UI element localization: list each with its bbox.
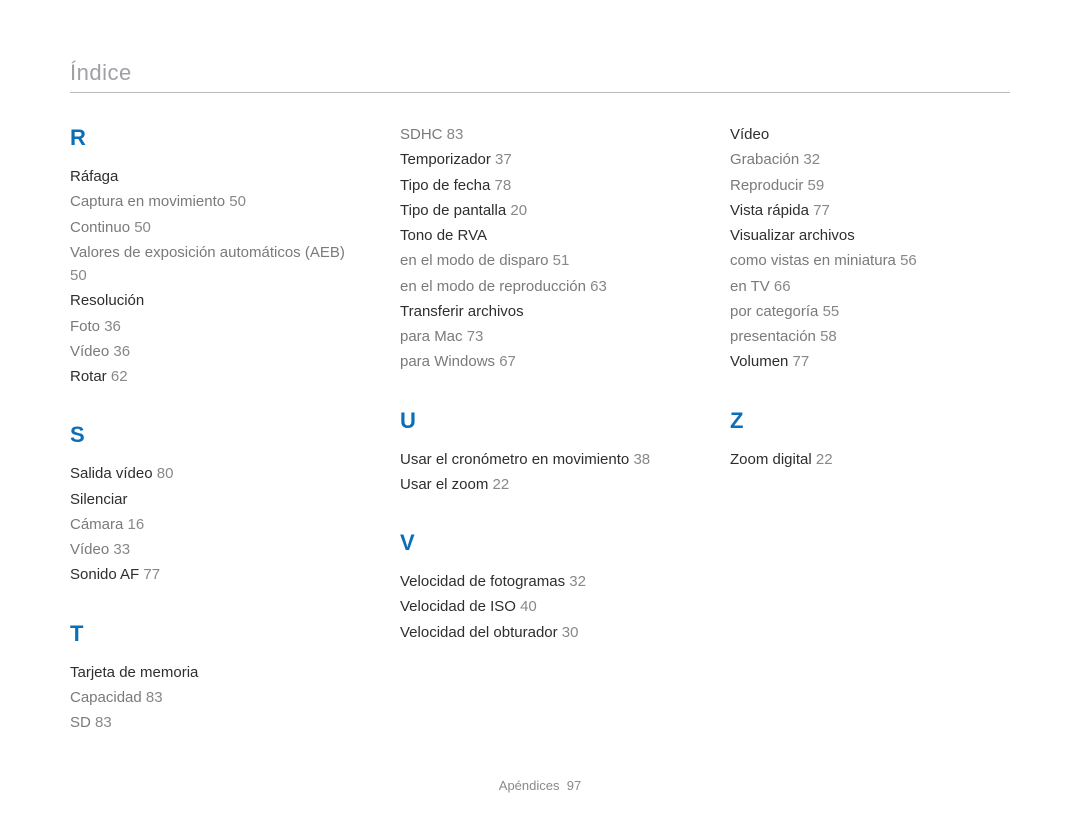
page-ref: 80 — [157, 465, 174, 482]
page-ref: 77 — [813, 202, 830, 219]
index-subtopic[interactable]: para Windows 67 — [400, 350, 680, 373]
index-topic[interactable]: Tono de RVA — [400, 224, 680, 247]
index-topic[interactable]: Transferir archivos — [400, 300, 680, 323]
page-ref: 50 — [70, 267, 87, 284]
page-ref: 73 — [467, 328, 484, 345]
index-topic[interactable]: Tipo de pantalla 20 — [400, 199, 680, 222]
page-ref: 22 — [493, 476, 510, 493]
index-subtopic[interactable]: en el modo de disparo 51 — [400, 249, 680, 272]
index-topic[interactable]: Sonido AF 77 — [70, 563, 350, 586]
index-subtopic[interactable]: SD 83 — [70, 711, 350, 734]
page-ref: 83 — [447, 126, 464, 143]
index-subtopic[interactable]: Valores de exposición automáticos (AEB) … — [70, 241, 350, 288]
page-ref: 20 — [510, 202, 527, 219]
footer: Apéndices 97 — [0, 778, 1080, 793]
page-ref: 50 — [229, 193, 246, 210]
index-subtopic[interactable]: Capacidad 83 — [70, 686, 350, 709]
index-topic[interactable]: Salida vídeo 80 — [70, 462, 350, 485]
index-subtopic[interactable]: como vistas en miniatura 56 — [730, 249, 1010, 272]
index-subtopic[interactable]: Captura en movimiento 50 — [70, 190, 350, 213]
page-ref: 77 — [143, 566, 160, 583]
index-subtopic[interactable]: Cámara 16 — [70, 513, 350, 536]
page-ref: 67 — [499, 353, 516, 370]
page-ref: 36 — [104, 318, 121, 335]
page-ref: 16 — [128, 516, 145, 533]
page-ref: 32 — [569, 573, 586, 590]
index-topic[interactable]: Velocidad de fotogramas 32 — [400, 570, 680, 593]
index-topic[interactable]: Tipo de fecha 78 — [400, 174, 680, 197]
index-letter: V — [400, 526, 680, 560]
page-ref: 51 — [553, 252, 570, 269]
page-ref: 30 — [562, 624, 579, 641]
index-subtopic[interactable]: para Mac 73 — [400, 325, 680, 348]
page-ref: 32 — [803, 151, 820, 168]
page-ref: 63 — [590, 278, 607, 295]
index-column: SDHC 83Temporizador 37 Tipo de fecha 78Ti… — [400, 121, 680, 737]
index-topic[interactable]: Velocidad del obturador 30 — [400, 621, 680, 644]
index-letter: S — [70, 418, 350, 452]
index-subtopic[interactable]: SDHC 83 — [400, 123, 680, 146]
index-topic[interactable]: Zoom digital 22 — [730, 448, 1010, 471]
index-topic[interactable]: Tarjeta de memoria — [70, 661, 350, 684]
page-ref: 33 — [113, 541, 130, 558]
page-ref: 77 — [793, 353, 810, 370]
index-letter: R — [70, 121, 350, 155]
index-page: Índice R RáfagaCaptura en movimiento 50 Co… — [0, 0, 1080, 815]
page-ref: 40 — [520, 598, 537, 615]
index-topic[interactable]: Ráfaga — [70, 165, 350, 188]
index-topic[interactable]: Velocidad de ISO 40 — [400, 595, 680, 618]
page-ref: 22 — [816, 451, 833, 468]
index-topic[interactable]: Vídeo — [730, 123, 1010, 146]
index-topic[interactable]: Rotar 62 — [70, 365, 350, 388]
index-letter: U — [400, 404, 680, 438]
footer-page-number: 97 — [567, 778, 581, 793]
index-topic[interactable]: Vista rápida 77 — [730, 199, 1010, 222]
page-ref: 56 — [900, 252, 917, 269]
index-subtopic[interactable]: Vídeo 33 — [70, 538, 350, 561]
index-letter: T — [70, 617, 350, 651]
footer-section: Apéndices — [499, 778, 560, 793]
index-topic[interactable]: Silenciar — [70, 488, 350, 511]
index-subtopic[interactable]: por categoría 55 — [730, 300, 1010, 323]
index-subtopic[interactable]: Continuo 50 — [70, 216, 350, 239]
page-ref: 78 — [495, 177, 512, 194]
index-topic[interactable]: Usar el zoom 22 — [400, 473, 680, 496]
page-ref: 66 — [774, 278, 791, 295]
page-ref: 55 — [823, 303, 840, 320]
index-letter: Z — [730, 404, 1010, 438]
page-ref: 83 — [95, 714, 112, 731]
index-column: R RáfagaCaptura en movimiento 50 Continuo … — [70, 121, 350, 737]
page-ref: 58 — [820, 328, 837, 345]
index-topic[interactable]: Volumen 77 — [730, 350, 1010, 373]
index-subtopic[interactable]: Foto 36 — [70, 315, 350, 338]
page-ref: 83 — [146, 689, 163, 706]
index-subtopic[interactable]: Reproducir 59 — [730, 174, 1010, 197]
page-ref: 62 — [111, 368, 128, 385]
index-subtopic[interactable]: Grabación 32 — [730, 148, 1010, 171]
index-subtopic[interactable]: presentación 58 — [730, 325, 1010, 348]
page-ref: 38 — [633, 451, 650, 468]
index-subtopic[interactable]: Vídeo 36 — [70, 340, 350, 363]
index-topic[interactable]: Resolución — [70, 289, 350, 312]
page-ref: 37 — [495, 151, 512, 168]
index-topic[interactable]: Temporizador 37 — [400, 148, 680, 171]
page-ref: 50 — [134, 219, 151, 236]
index-subtopic[interactable]: en TV 66 — [730, 275, 1010, 298]
page-ref: 59 — [808, 177, 825, 194]
index-topic[interactable]: Usar el cronómetro en movimiento 38 — [400, 448, 680, 471]
index-topic[interactable]: Visualizar archivos — [730, 224, 1010, 247]
index-columns: R RáfagaCaptura en movimiento 50 Continuo … — [70, 121, 1010, 737]
page-ref: 36 — [113, 343, 130, 360]
page-title: Índice — [70, 60, 1010, 93]
index-subtopic[interactable]: en el modo de reproducción 63 — [400, 275, 680, 298]
index-column: VídeoGrabación 32 Reproducir 59Vista rápi… — [730, 121, 1010, 737]
